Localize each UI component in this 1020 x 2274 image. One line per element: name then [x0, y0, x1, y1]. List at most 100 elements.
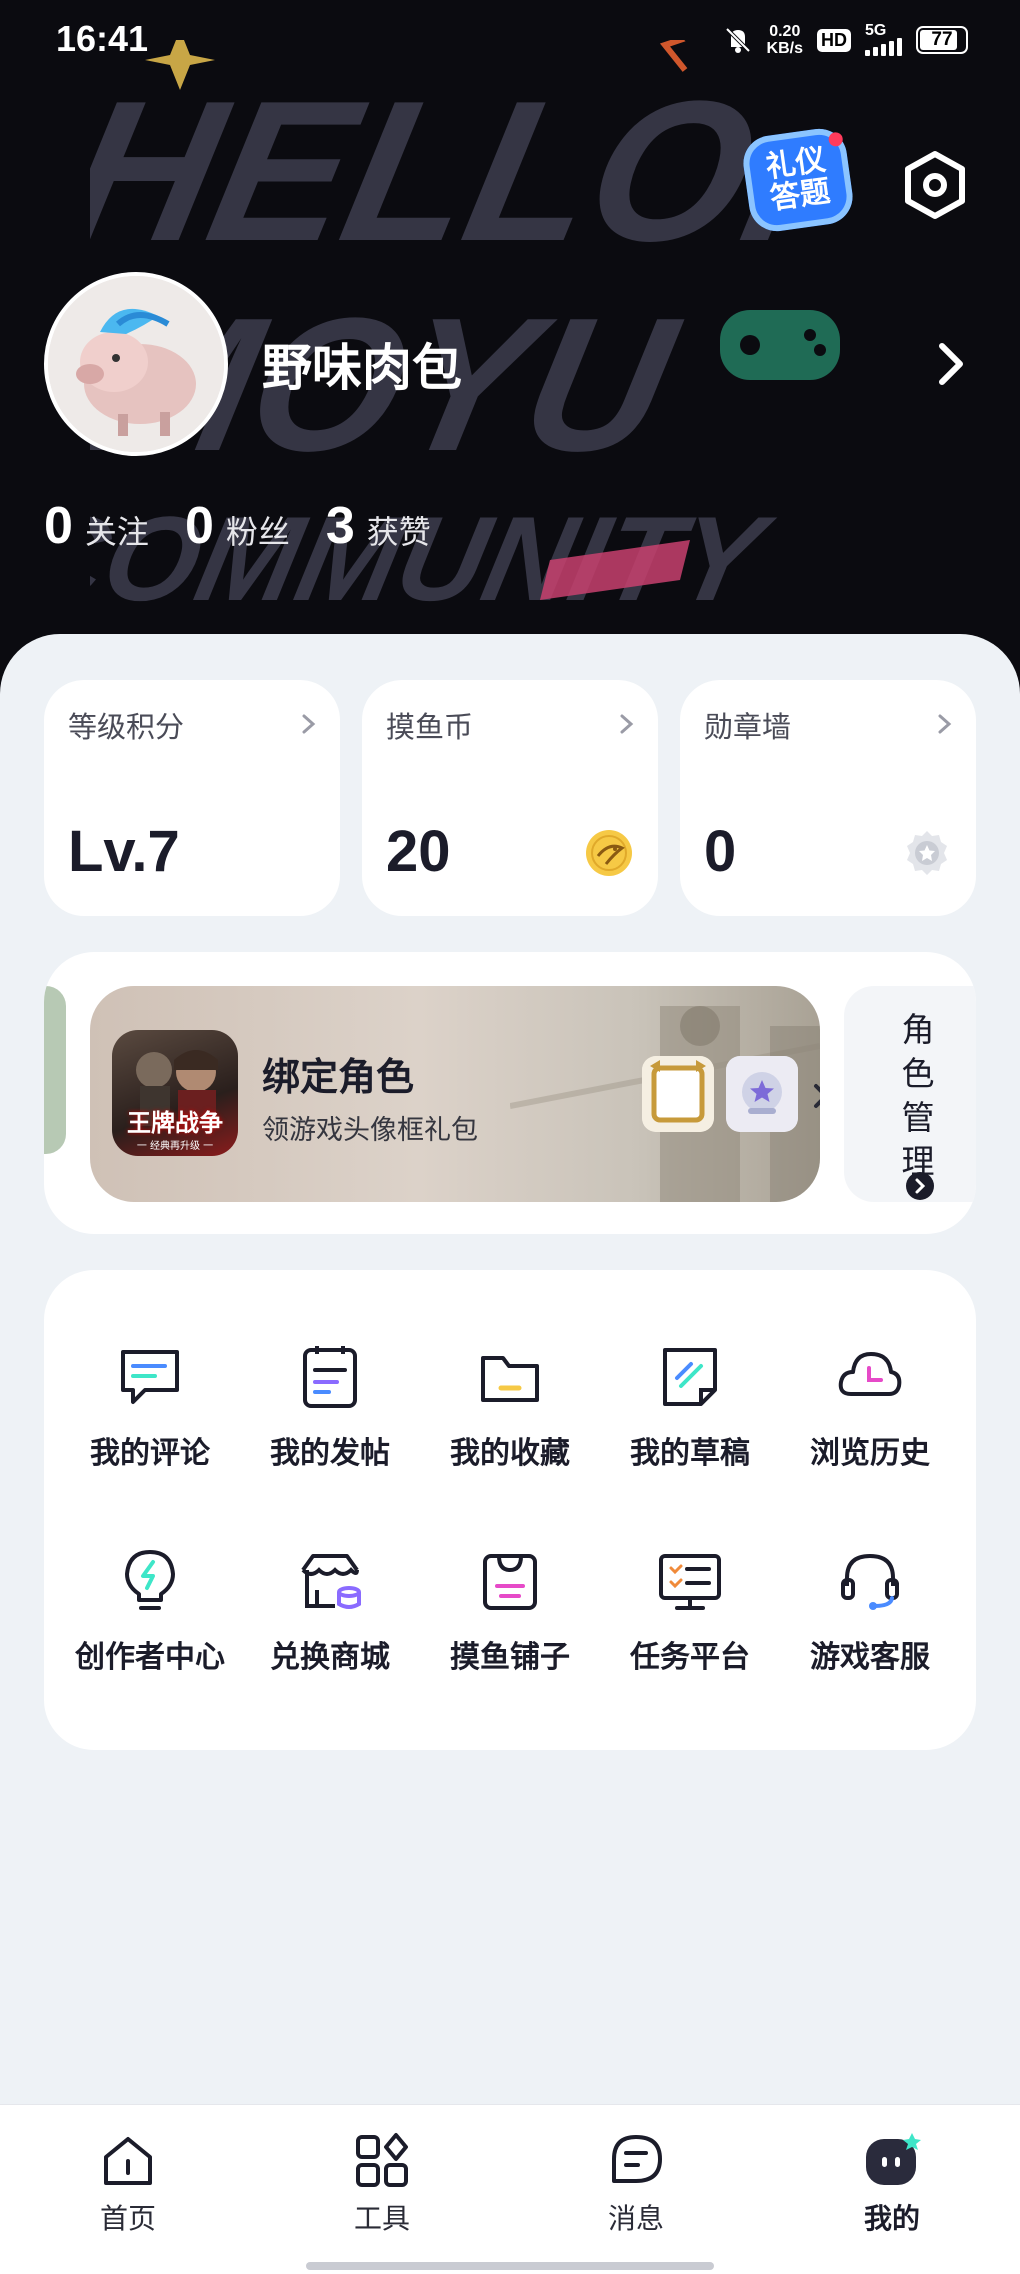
profile-icon — [866, 2133, 921, 2185]
bottom-tab-bar: 首页 工具 消息 我的 — [0, 2104, 1020, 2274]
chevron-right-icon — [938, 714, 952, 734]
avatar[interactable] — [44, 272, 228, 456]
menu-game-support[interactable]: 游戏客服 — [780, 1546, 960, 1696]
game-subtitle: 一 经典再升级 一 — [136, 1141, 214, 1152]
menu-label: 我的收藏 — [450, 1436, 570, 1471]
tab-home[interactable]: 首页 — [68, 2131, 188, 2237]
tab-mine[interactable]: 我的 — [832, 2131, 952, 2237]
draft-icon — [663, 1348, 717, 1406]
moyu-coin-title: 摸鱼币 — [386, 710, 474, 744]
menu-label: 摸鱼铺子 — [450, 1640, 570, 1675]
role-management-button[interactable]: 角色管理 — [844, 986, 976, 1202]
menu-label: 任务平台 — [630, 1640, 750, 1675]
stat-followers-label: 粉丝 — [225, 513, 290, 551]
menu-my-favorites[interactable]: 我的收藏 — [420, 1342, 600, 1492]
store-bag-icon — [483, 1554, 537, 1610]
stat-followers[interactable]: 0 粉丝 — [185, 496, 290, 556]
stat-likes-label: 获赞 — [366, 513, 431, 551]
tab-label: 消息 — [607, 2202, 664, 2235]
hd-badge: HD — [817, 28, 851, 52]
menu-my-posts[interactable]: 我的发帖 — [240, 1342, 420, 1492]
menu-label: 创作者中心 — [75, 1640, 225, 1675]
home-icon — [104, 2137, 152, 2185]
message-icon — [612, 2135, 662, 2183]
medal-icon — [907, 831, 947, 875]
tab-tools[interactable]: 工具 — [322, 2131, 442, 2237]
net-speed: 0.20 KB/s — [767, 23, 803, 57]
net-speed-unit: KB/s — [766, 40, 803, 57]
mute-icon — [725, 27, 750, 53]
medal-wall-card[interactable]: 勋章墙 0 — [680, 680, 976, 916]
stat-followers-count: 0 — [184, 497, 214, 555]
net-speed-value: 0.20 — [769, 23, 801, 40]
battery-icon: 77 — [916, 26, 968, 54]
previous-role-card[interactable] — [44, 986, 66, 1154]
game-icon-wangpai-zhanzheng: 王牌战争 一 经典再升级 一 — [112, 1030, 238, 1156]
role-binding-panel: 王牌战争 一 经典再升级 一 绑定角色 领游戏头像框礼包 角色管理 — [44, 952, 976, 1234]
moyu-coin-value: 20 — [386, 819, 451, 884]
signal-group: 5G — [865, 22, 902, 56]
menu-creator-center[interactable]: 创作者中心 — [60, 1546, 240, 1696]
menu-label: 我的草稿 — [630, 1436, 750, 1471]
battery-level: 77 — [931, 29, 953, 50]
menu-label: 我的评论 — [90, 1436, 210, 1471]
medal-wall-title: 勋章墙 — [704, 710, 792, 744]
bg-text-hello: HELLO. — [90, 59, 829, 282]
etiquette-quiz-badge[interactable]: 礼仪 答题 — [739, 125, 857, 235]
status-bar: 16:41 0.20 KB/s HD 5G 77 — [0, 0, 1020, 80]
headset-icon — [841, 1553, 899, 1610]
menu-exchange-mall[interactable]: 兑换商城 — [240, 1546, 420, 1696]
role-management-label: 角色管理 — [901, 1010, 935, 1181]
home-indicator — [306, 2262, 714, 2270]
level-points-card[interactable]: 等级积分 Lv.7 — [44, 680, 340, 916]
menu-moyu-shop[interactable]: 摸鱼铺子 — [420, 1546, 600, 1696]
menu-browse-history[interactable]: 浏览历史 — [780, 1342, 960, 1492]
notification-dot — [827, 131, 844, 148]
pig-avatar-image — [48, 276, 224, 452]
tab-messages[interactable]: 消息 — [576, 2131, 696, 2237]
summary-cards: 等级积分 Lv.7 摸鱼币 20 勋章墙 0 — [44, 680, 976, 916]
profile-header: HELLO. MOYU COMMUNITY 16:41 0.20 KB/s HD… — [0, 0, 1020, 700]
avatar-frame-star-icon — [726, 1056, 798, 1132]
stat-likes[interactable]: 3 获赞 — [326, 496, 431, 556]
network-type: 5G — [865, 22, 887, 39]
post-icon — [303, 1346, 357, 1408]
signal-icon — [865, 38, 902, 56]
profile-stats: 0 关注 0 粉丝 3 获赞 — [44, 496, 431, 556]
lightbulb-icon — [125, 1550, 175, 1610]
chevron-right-icon — [620, 714, 634, 734]
level-points-title: 等级积分 — [68, 710, 185, 744]
task-board-icon — [659, 1554, 721, 1610]
history-icon — [838, 1352, 902, 1396]
folder-icon — [481, 1356, 539, 1402]
comment-icon — [121, 1350, 179, 1404]
bind-role-subtitle: 领游戏头像框礼包 — [262, 1115, 478, 1146]
menu-my-comments[interactable]: 我的评论 — [60, 1342, 240, 1492]
bind-role-card[interactable]: 王牌战争 一 经典再升级 一 绑定角色 领游戏头像框礼包 — [90, 986, 820, 1202]
menu-label: 浏览历史 — [810, 1436, 930, 1471]
stat-following[interactable]: 0 关注 — [44, 496, 149, 556]
stat-likes-count: 3 — [325, 497, 355, 555]
menu-label: 游戏客服 — [810, 1640, 930, 1675]
shop-icon — [301, 1554, 361, 1609]
coin-icon — [586, 830, 632, 876]
chevron-right-icon[interactable] — [930, 336, 974, 392]
stat-following-label: 关注 — [84, 513, 149, 551]
menu-task-platform[interactable]: 任务平台 — [600, 1546, 780, 1696]
moyu-coin-card[interactable]: 摸鱼币 20 — [362, 680, 658, 916]
tools-icon — [356, 2133, 408, 2187]
game-name: 王牌战争 — [127, 1109, 223, 1137]
menu-label: 我的发帖 — [270, 1436, 390, 1471]
username[interactable]: 野味肉包 — [262, 328, 462, 400]
tab-label: 工具 — [353, 2202, 410, 2235]
menu-my-drafts[interactable]: 我的草稿 — [600, 1342, 780, 1492]
tab-label: 首页 — [99, 2202, 156, 2235]
tab-label: 我的 — [863, 2202, 920, 2235]
medal-count-value: 0 — [704, 819, 737, 884]
status-icons: 0.20 KB/s HD 5G 77 — [723, 20, 968, 60]
level-value: Lv.7 — [68, 819, 180, 884]
menu-label: 兑换商城 — [270, 1640, 390, 1675]
status-time: 16:41 — [56, 18, 149, 59]
settings-gear-icon[interactable] — [898, 148, 972, 222]
chevron-right-icon — [302, 714, 316, 734]
